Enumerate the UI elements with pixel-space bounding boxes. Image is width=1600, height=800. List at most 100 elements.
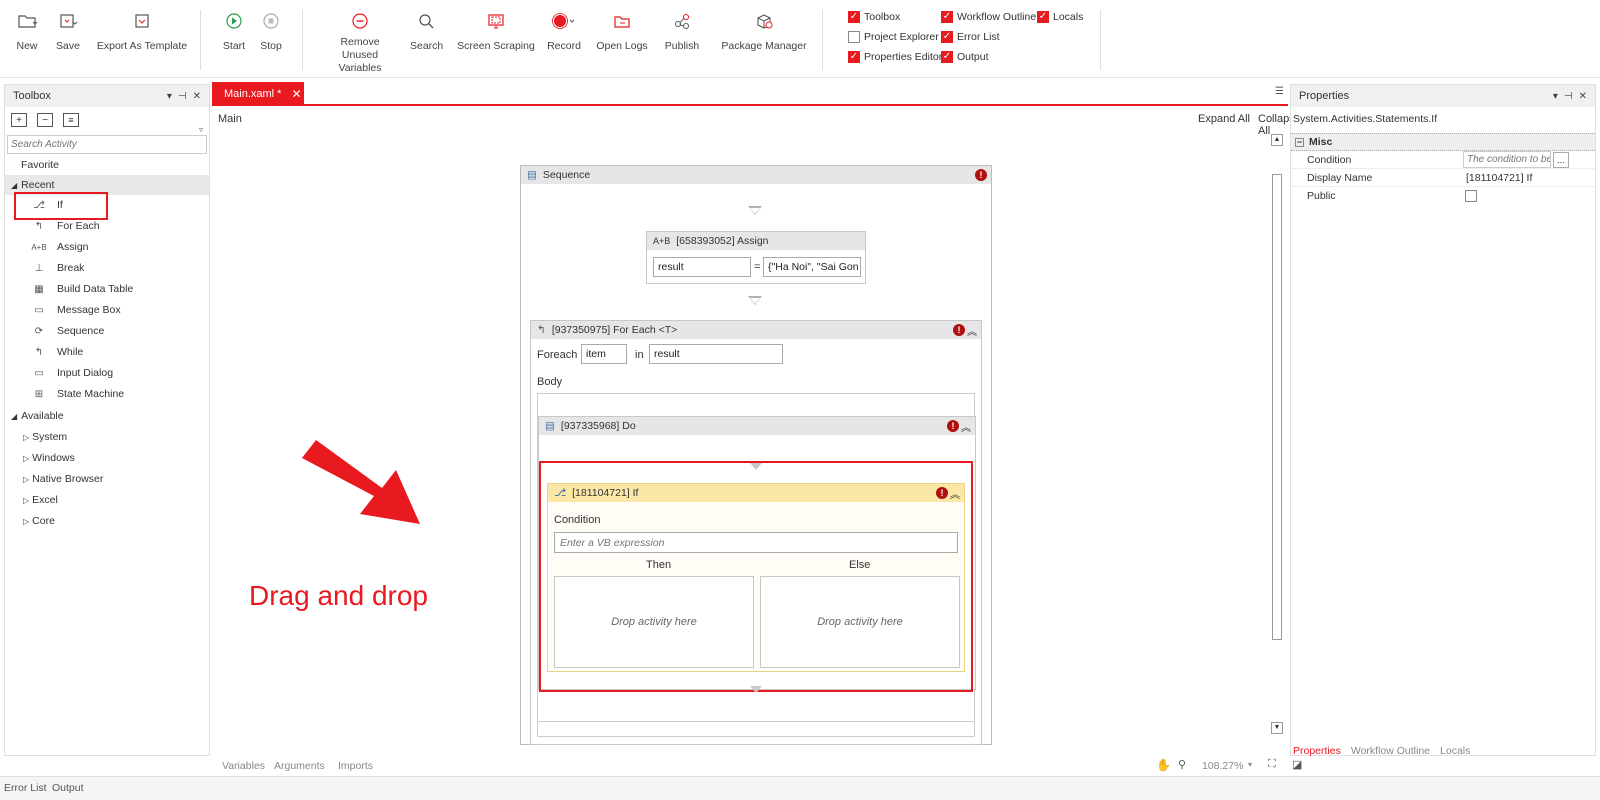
property-condition-field[interactable]: The condition to be bbox=[1463, 151, 1551, 168]
assign-to-field[interactable]: result bbox=[653, 257, 751, 277]
expand-all-link[interactable]: Expand All bbox=[1198, 113, 1250, 125]
foreach-collection-field[interactable]: result bbox=[649, 344, 783, 364]
property-public-checkbox[interactable] bbox=[1465, 190, 1477, 202]
assign-header[interactable]: A+B [658393052] Assign bbox=[647, 232, 865, 250]
if-header[interactable]: ⎇ [181104721] If ! ︽ bbox=[548, 484, 964, 502]
list-view-icon[interactable]: ≡ bbox=[63, 113, 79, 127]
package-manager-button[interactable]: Package Manager bbox=[716, 8, 812, 53]
toolbox-menu-icon[interactable]: ▿ bbox=[199, 125, 203, 134]
toolbox-group-system[interactable]: ▷ System bbox=[5, 427, 209, 447]
toolbox-item-for-each[interactable]: ↰ For Each bbox=[5, 216, 209, 236]
new-button[interactable]: New bbox=[12, 8, 42, 53]
toggle-locals[interactable]: ✓ Locals bbox=[1037, 11, 1083, 23]
variables-tab[interactable]: Variables bbox=[222, 760, 265, 772]
dropdown-icon[interactable]: ▾ bbox=[167, 91, 172, 102]
expression-editor-button[interactable]: ... bbox=[1553, 151, 1569, 168]
workflow-outline-tab[interactable]: Workflow Outline bbox=[1351, 745, 1430, 757]
properties-category-misc[interactable]: − Misc bbox=[1291, 133, 1595, 151]
toolbox-item-while[interactable]: ↰ While bbox=[5, 342, 209, 362]
close-tab-icon[interactable]: ✕ bbox=[291, 87, 301, 101]
toolbox-item-state-machine[interactable]: ⊞ State Machine bbox=[5, 384, 209, 404]
pin-icon[interactable]: ⊣ bbox=[178, 91, 187, 102]
do-header[interactable]: ▤ [937335968] Do ! ︽ bbox=[539, 417, 975, 435]
toggle-output[interactable]: ✓ Output bbox=[941, 51, 989, 63]
collapse-icon[interactable]: ︽ bbox=[967, 323, 977, 338]
scroll-down-icon[interactable]: ▼ bbox=[1271, 722, 1283, 734]
locals-tab[interactable]: Locals bbox=[1440, 745, 1470, 757]
breadcrumb[interactable]: Main bbox=[218, 113, 242, 125]
drop-point-icon[interactable] bbox=[750, 463, 762, 470]
toggle-toolbox-label: Toolbox bbox=[864, 11, 901, 23]
toggle-error-list[interactable]: ✓ Error List bbox=[941, 31, 1000, 43]
toolbox-group-excel[interactable]: ▷ Excel bbox=[5, 490, 209, 510]
error-list-tab[interactable]: Error List bbox=[4, 782, 47, 794]
overview-icon[interactable]: ◪ bbox=[1292, 758, 1302, 771]
toolbox-category-favorite[interactable]: Favorite bbox=[5, 155, 209, 175]
tab-main-xaml[interactable]: Main.xaml * ✕ bbox=[212, 82, 304, 106]
designer-vertical-scrollbar[interactable]: ▲ ▼ bbox=[1270, 132, 1284, 752]
toolbox-group-windows[interactable]: ▷ Windows bbox=[5, 448, 209, 468]
arguments-tab[interactable]: Arguments bbox=[274, 760, 325, 772]
toolbox-category-available[interactable]: ◢ Available bbox=[5, 406, 209, 426]
if-condition-input[interactable] bbox=[554, 532, 958, 553]
for-each-header[interactable]: ↰ [937350975] For Each <T> ! ︽ bbox=[531, 321, 981, 339]
if-then-drop-zone[interactable]: Drop activity here bbox=[554, 576, 754, 668]
toolbox-item-input-dialog[interactable]: ▭ Input Dialog bbox=[5, 363, 209, 383]
close-icon[interactable]: ✕ bbox=[193, 91, 201, 102]
collapse-box-icon[interactable]: − bbox=[1295, 137, 1304, 147]
ribbon-separator bbox=[1100, 10, 1101, 70]
search-button[interactable]: Search bbox=[410, 8, 443, 53]
zoom-dropdown-icon[interactable]: ▾ bbox=[1248, 760, 1252, 769]
toolbox-item-break[interactable]: ⊥ Break bbox=[5, 258, 209, 278]
toolbox-item-assign[interactable]: A+B Assign bbox=[5, 237, 209, 257]
toolbox-item-sequence[interactable]: ⟳ Sequence bbox=[5, 321, 209, 341]
zoom-icon[interactable]: ⚲ bbox=[1178, 758, 1186, 771]
if-else-drop-zone[interactable]: Drop activity here bbox=[760, 576, 960, 668]
pin-icon[interactable]: ⊣ bbox=[1564, 91, 1573, 102]
property-condition[interactable]: Condition The condition to be ... bbox=[1291, 151, 1595, 169]
expand-all-icon[interactable]: + bbox=[11, 113, 27, 127]
screen-scraping-button[interactable]: Screen Scraping bbox=[456, 8, 536, 53]
save-button[interactable]: Save bbox=[54, 8, 82, 53]
toggle-workflow-outline[interactable]: ✓ Workflow Outline bbox=[941, 11, 1036, 23]
search-activity-input[interactable] bbox=[7, 135, 207, 154]
assign-activity[interactable]: A+B [658393052] Assign result = {"Ha Noi… bbox=[646, 231, 866, 284]
toggle-properties-editor[interactable]: ✓ Properties Editor bbox=[848, 51, 942, 63]
toolbox-item-message-box[interactable]: ▭ Message Box bbox=[5, 300, 209, 320]
foreach-item-field[interactable]: item bbox=[581, 344, 627, 364]
open-logs-button[interactable]: Open Logs bbox=[594, 8, 650, 53]
sequence-header[interactable]: ▤ Sequence ! bbox=[521, 166, 991, 184]
collapse-icon[interactable]: ︽ bbox=[950, 486, 960, 501]
property-display-name-field[interactable]: [181104721] If bbox=[1463, 172, 1532, 184]
properties-tab[interactable]: Properties bbox=[1293, 745, 1341, 757]
dropdown-icon[interactable]: ▾ bbox=[1553, 91, 1558, 102]
toolbox-group-native-browser[interactable]: ▷ Native Browser bbox=[5, 469, 209, 489]
imports-tab[interactable]: Imports bbox=[338, 760, 373, 772]
fit-screen-icon[interactable]: ⛶ bbox=[1268, 758, 1276, 771]
export-template-button[interactable]: Export As Template bbox=[96, 8, 188, 53]
toolbox-item-build-data-table[interactable]: ▦ Build Data Table bbox=[5, 279, 209, 299]
property-public[interactable]: Public bbox=[1291, 187, 1595, 205]
publish-button[interactable]: Publish bbox=[660, 8, 704, 53]
assign-value-field[interactable]: {"Ha Noi", "Sai Gon bbox=[763, 257, 861, 277]
remove-unused-variables-button[interactable]: Remove Unused Variables bbox=[322, 8, 398, 75]
stop-button[interactable]: Stop bbox=[258, 8, 284, 53]
zoom-level[interactable]: 108.27% bbox=[1202, 760, 1243, 772]
start-button[interactable]: Start bbox=[220, 8, 248, 53]
tab-overflow-icon[interactable]: ☰ bbox=[1275, 86, 1284, 97]
collapse-all-icon[interactable]: − bbox=[37, 113, 53, 127]
pan-hand-icon[interactable]: ✋ bbox=[1156, 758, 1171, 772]
toggle-project-explorer[interactable]: Project Explorer bbox=[848, 31, 939, 43]
scrollbar-thumb[interactable] bbox=[1272, 174, 1282, 640]
if-activity[interactable]: ⎇ [181104721] If ! ︽ Condition Then Else… bbox=[547, 483, 965, 672]
close-icon[interactable]: ✕ bbox=[1579, 91, 1587, 102]
toggle-toolbox[interactable]: ✓ Toolbox bbox=[848, 11, 900, 23]
record-button[interactable]: Record bbox=[546, 8, 582, 53]
drop-point-icon[interactable] bbox=[750, 686, 762, 693]
output-tab[interactable]: Output bbox=[52, 782, 84, 794]
screen-scraping-label: Screen Scraping bbox=[457, 40, 535, 52]
toolbox-group-core[interactable]: ▷ Core bbox=[5, 511, 209, 531]
collapse-icon[interactable]: ︽ bbox=[961, 419, 971, 434]
scroll-up-icon[interactable]: ▲ bbox=[1271, 134, 1283, 146]
property-display-name[interactable]: Display Name [181104721] If bbox=[1291, 169, 1595, 187]
